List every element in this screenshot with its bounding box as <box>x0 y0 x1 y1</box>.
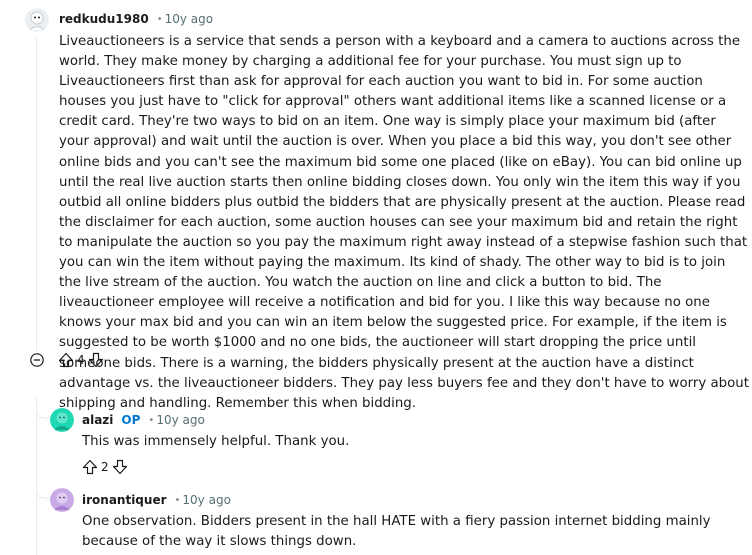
user-avatar-icon <box>50 488 74 512</box>
vote-bar: 2 <box>82 459 128 475</box>
collapse-thread-icon[interactable] <box>30 353 44 367</box>
comment-meta: ironantiquer • 10y ago <box>82 493 231 507</box>
separator-dot: • <box>148 414 155 426</box>
comment-body: One observation. Bidders present in the … <box>82 514 711 550</box>
vote-bar: 4 <box>58 352 104 368</box>
author-name[interactable]: alazi <box>82 413 113 427</box>
user-avatar-icon <box>50 408 74 432</box>
timestamp[interactable]: 10y ago <box>165 12 214 26</box>
author-name[interactable]: redkudu1980 <box>59 12 149 26</box>
comment-meta: redkudu1980 • 10y ago <box>59 12 213 26</box>
upvote-icon[interactable] <box>58 352 74 368</box>
thread-line-main[interactable] <box>36 36 37 351</box>
comment-body: This was immensely helpful. Thank you. <box>82 434 350 449</box>
upvote-icon[interactable] <box>82 459 98 475</box>
avatar[interactable] <box>25 8 49 32</box>
avatar[interactable] <box>50 488 74 512</box>
comment-meta: alazi OP • 10y ago <box>82 413 205 427</box>
author-name[interactable]: ironantiquer <box>82 493 167 507</box>
comment-body: Liveauctioneers is a service that sends … <box>59 34 749 411</box>
vote-count: 4 <box>77 353 85 367</box>
timestamp[interactable]: 10y ago <box>156 413 205 427</box>
vote-count: 2 <box>101 460 109 474</box>
op-badge: OP <box>121 413 141 427</box>
separator-dot: • <box>174 494 181 506</box>
avatar[interactable] <box>50 408 74 432</box>
user-avatar-icon <box>25 8 49 32</box>
timestamp[interactable]: 10y ago <box>182 493 231 507</box>
separator-dot: • <box>156 13 163 25</box>
downvote-icon[interactable] <box>112 459 128 475</box>
downvote-icon[interactable] <box>88 352 104 368</box>
